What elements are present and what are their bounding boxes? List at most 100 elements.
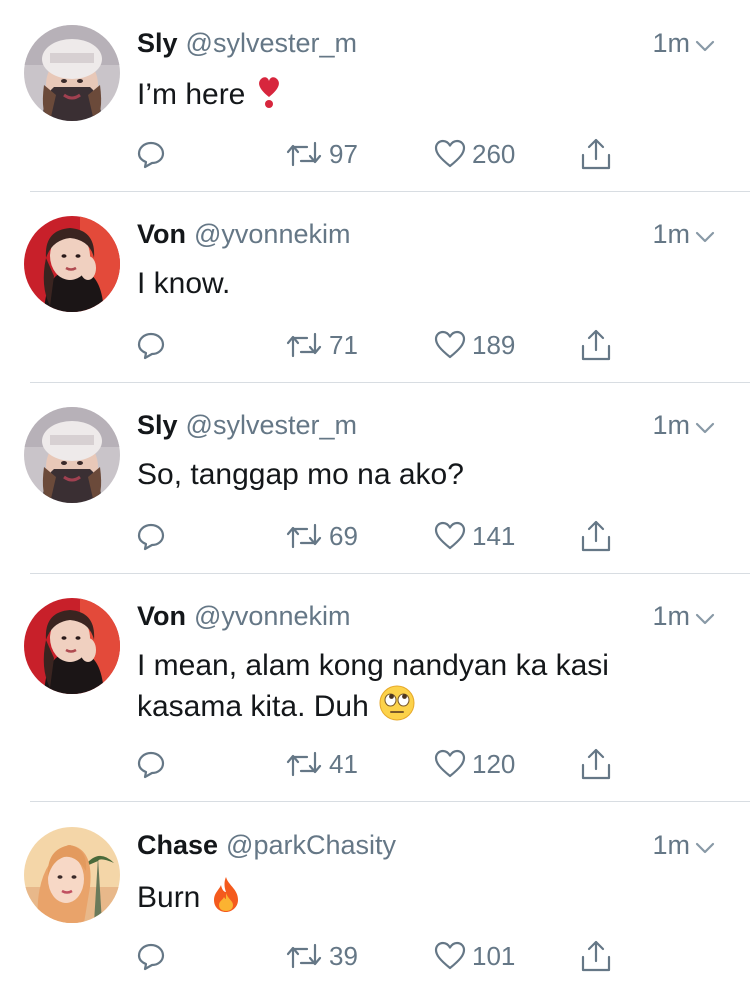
user-handle[interactable]: @parkChasity [226, 830, 396, 860]
chevron-down-icon[interactable] [694, 414, 716, 436]
share-icon [581, 940, 611, 972]
tweet-time: 1m [652, 409, 716, 441]
user-handle[interactable]: @yvonnekim [194, 601, 350, 631]
heart-icon [434, 139, 466, 168]
share-button[interactable] [580, 516, 612, 556]
share-button[interactable] [580, 936, 612, 976]
retweet-button[interactable]: 97 [285, 134, 358, 174]
retweet-button[interactable]: 41 [285, 744, 358, 784]
separator [30, 573, 750, 574]
display-name[interactable]: Sly [137, 410, 178, 440]
reply-button[interactable] [136, 134, 166, 174]
tweet-header: Von @yvonnekim [137, 600, 350, 632]
reply-icon [137, 141, 165, 169]
chevron-down-icon[interactable] [694, 834, 716, 856]
like-button[interactable]: 101 [434, 936, 515, 976]
tweet[interactable]: Chase @parkChasity 1m Burn 39 101 [0, 827, 750, 993]
reply-icon [137, 751, 165, 779]
tweet-actions: 69 141 [0, 516, 750, 556]
tweet-actions: 97 260 [0, 134, 750, 174]
tweet-time: 1m [652, 218, 716, 250]
avatar[interactable] [24, 216, 120, 312]
tweet-text-line: Burn [137, 880, 201, 914]
reply-button[interactable] [136, 325, 166, 365]
display-name[interactable]: Von [137, 601, 186, 631]
user-handle[interactable]: @yvonnekim [194, 219, 350, 249]
timestamp: 1m [652, 410, 690, 440]
tweet-header: Sly @sylvester_m [137, 409, 357, 441]
share-button[interactable] [580, 744, 612, 784]
share-button[interactable] [580, 325, 612, 365]
tweet[interactable]: Von @yvonnekim 1m I mean, alam kong nandy… [0, 598, 750, 802]
reply-icon [137, 332, 165, 360]
tweet-time: 1m [652, 600, 716, 632]
timestamp: 1m [652, 28, 690, 58]
reply-button[interactable] [136, 744, 166, 784]
timestamp: 1m [652, 830, 690, 860]
chevron-down-icon[interactable] [694, 32, 716, 54]
reply-button[interactable] [136, 516, 166, 556]
display-name[interactable]: Chase [137, 830, 218, 860]
like-button[interactable]: 141 [434, 516, 515, 556]
avatar[interactable] [24, 598, 120, 694]
tweet-header: Chase @parkChasity [137, 829, 396, 861]
reply-button[interactable] [136, 936, 166, 976]
tweet-header: Sly @sylvester_m [137, 27, 357, 59]
tweet[interactable]: Sly @sylvester_m 1m I’m here 97 260 [0, 25, 750, 192]
tweet-text: So, tanggap mo na ako? [137, 455, 697, 494]
tweet-text-line: So, tanggap mo na ako? [137, 458, 464, 491]
like-button[interactable]: 260 [434, 134, 515, 174]
separator [30, 382, 750, 383]
like-button[interactable]: 189 [434, 325, 515, 365]
timestamp: 1m [652, 601, 690, 631]
tweet-actions: 39 101 [0, 936, 750, 976]
retweet-count: 39 [329, 940, 358, 971]
user-handle[interactable]: @sylvester_m [186, 410, 357, 440]
chevron-down-icon[interactable] [694, 223, 716, 245]
heart-icon [434, 521, 466, 550]
avatar[interactable] [24, 827, 120, 923]
tweet-text: I know. [137, 264, 697, 303]
retweet-count: 69 [329, 520, 358, 551]
heart-icon [434, 749, 466, 778]
tweet-text: I mean, alam kong nandyan ka kasi kasama… [137, 646, 697, 731]
heart-icon [434, 330, 466, 359]
reply-icon [137, 523, 165, 551]
heart-exclamation-emoji [255, 73, 283, 119]
eye-roll-emoji [379, 685, 415, 731]
display-name[interactable]: Von [137, 219, 186, 249]
tweet[interactable]: Von @yvonnekim 1m I know. 71 189 [0, 216, 750, 383]
user-handle[interactable]: @sylvester_m [186, 28, 357, 58]
timestamp: 1m [652, 219, 690, 249]
share-icon [581, 329, 611, 361]
like-count: 101 [472, 940, 516, 971]
share-button[interactable] [580, 134, 612, 174]
tweet-time: 1m [652, 27, 716, 59]
retweet-button[interactable]: 71 [285, 325, 358, 365]
chevron-down-icon[interactable] [694, 605, 716, 627]
avatar[interactable] [24, 25, 120, 121]
tweet-text: I’m here [137, 73, 697, 119]
avatar[interactable] [24, 407, 120, 503]
retweet-count: 41 [329, 748, 358, 779]
share-icon [581, 138, 611, 170]
tweet-text-line: I know. [137, 267, 231, 300]
tweet[interactable]: Sly @sylvester_m 1m So, tanggap mo na ako… [0, 407, 750, 574]
like-count: 120 [472, 748, 516, 779]
retweet-count: 97 [329, 138, 358, 169]
retweet-icon [286, 332, 322, 358]
retweet-button[interactable]: 39 [285, 936, 358, 976]
separator [30, 191, 750, 192]
retweet-count: 71 [329, 329, 358, 360]
share-icon [581, 520, 611, 552]
retweet-icon [286, 141, 322, 167]
tweet-text-line: I mean, alam kong nandyan ka kasi [137, 649, 609, 682]
display-name[interactable]: Sly [137, 28, 178, 58]
reply-icon [137, 943, 165, 971]
share-icon [581, 748, 611, 780]
like-count: 189 [472, 329, 516, 360]
like-button[interactable]: 120 [434, 744, 515, 784]
tweet-text-line: kasama kita. Duh [137, 689, 369, 723]
like-count: 260 [472, 138, 516, 169]
retweet-button[interactable]: 69 [285, 516, 358, 556]
